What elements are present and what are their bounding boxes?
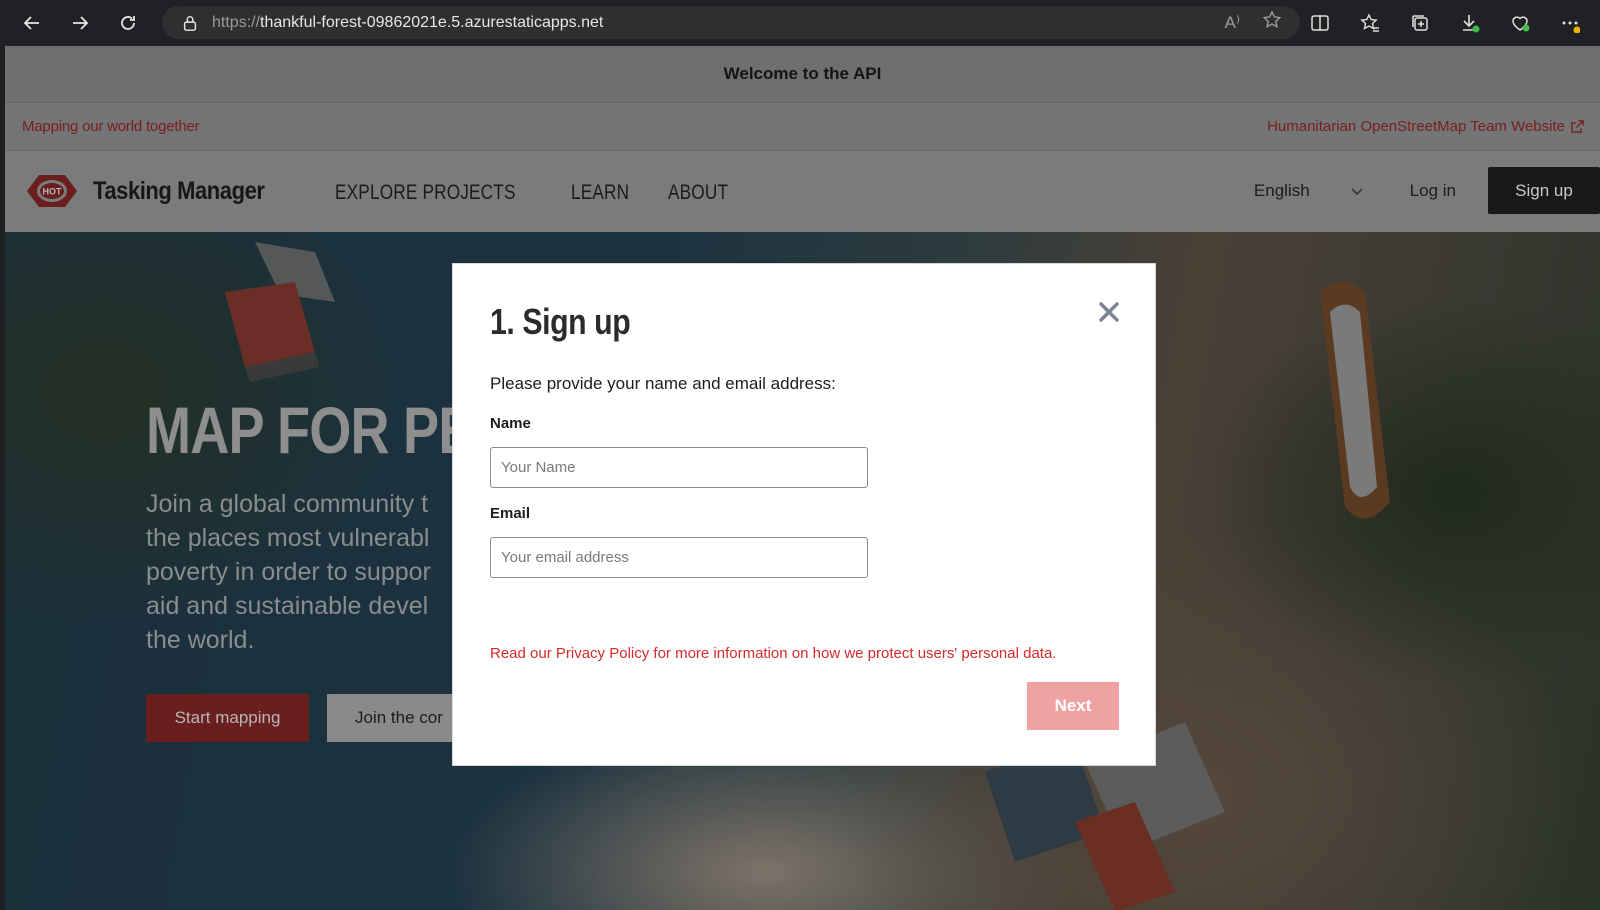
modal-title: 1. Sign up bbox=[490, 301, 631, 342]
reload-icon bbox=[121, 16, 135, 30]
url-text: https://thankful-forest-09862021e.5.azur… bbox=[212, 13, 604, 31]
chevron-down-icon bbox=[1351, 188, 1363, 195]
email-input[interactable] bbox=[490, 537, 868, 578]
address-bar[interactable]: https://thankful-forest-09862021e.5.azur… bbox=[162, 6, 1300, 39]
external-link-icon bbox=[1571, 120, 1584, 133]
signup-button[interactable]: Sign up bbox=[1488, 167, 1600, 214]
forward-button[interactable] bbox=[60, 3, 100, 43]
forward-arrow-icon bbox=[73, 16, 89, 30]
nav-about[interactable]: ABOUT bbox=[668, 181, 728, 205]
hot-website-link-label: Humanitarian OpenStreetMap Team Website bbox=[1267, 118, 1565, 135]
nav-learn[interactable]: LEARN bbox=[571, 181, 629, 205]
email-label: Email bbox=[490, 505, 531, 522]
lock-icon bbox=[180, 13, 200, 33]
hot-logo-icon: HOT bbox=[27, 175, 77, 207]
login-link[interactable]: Log in bbox=[1410, 181, 1456, 201]
api-banner: Welcome to the API bbox=[5, 46, 1600, 102]
health-heart-icon[interactable] bbox=[1500, 3, 1540, 43]
downloads-icon[interactable] bbox=[1450, 3, 1490, 43]
browser-toolbar: https://thankful-forest-09862021e.5.azur… bbox=[0, 0, 1600, 46]
nav-explore-projects[interactable]: EXPLORE PROJECTS bbox=[335, 181, 516, 205]
nav-actions: English Log in Sign up bbox=[1254, 167, 1600, 214]
modal-description: Please provide your name and email addre… bbox=[490, 374, 836, 393]
api-banner-text: Welcome to the API bbox=[723, 64, 882, 83]
more-menu-icon[interactable] bbox=[1550, 3, 1590, 43]
primary-nav: EXPLORE PROJECTS LEARN ABOUT bbox=[335, 181, 742, 205]
hot-website-link[interactable]: Humanitarian OpenStreetMap Team Website bbox=[1267, 118, 1584, 135]
top-strip: Mapping our world together Humanitarian … bbox=[5, 102, 1600, 150]
logo[interactable]: HOT Tasking Manager bbox=[23, 171, 288, 211]
logo-badge-text: HOT bbox=[43, 187, 63, 197]
back-arrow-icon bbox=[23, 16, 39, 30]
favorite-star-icon[interactable] bbox=[1262, 10, 1282, 35]
name-label: Name bbox=[490, 415, 531, 432]
privacy-note: Read our Privacy Policy for more informa… bbox=[490, 645, 1056, 662]
name-input[interactable] bbox=[490, 447, 868, 488]
privacy-policy-link[interactable]: Privacy Policy bbox=[556, 645, 649, 662]
signup-modal: 1. Sign up Please provide your name and … bbox=[452, 263, 1156, 766]
split-screen-icon[interactable] bbox=[1300, 3, 1340, 43]
privacy-prefix: Read our bbox=[490, 645, 556, 662]
reload-button[interactable] bbox=[108, 3, 148, 43]
start-mapping-button[interactable]: Start mapping bbox=[146, 694, 309, 742]
hero-title: MAP FOR PE bbox=[146, 393, 474, 467]
privacy-suffix: for more information on how we protect u… bbox=[649, 645, 1057, 662]
collections-icon[interactable] bbox=[1400, 3, 1440, 43]
favorites-icon[interactable] bbox=[1350, 3, 1390, 43]
language-value: English bbox=[1253, 180, 1310, 200]
hero-photo-boat bbox=[1320, 282, 1390, 519]
tagline: Mapping our world together bbox=[22, 118, 200, 135]
main-navbar: HOT Tasking Manager EXPLORE PROJECTS LEA… bbox=[5, 150, 1600, 234]
close-icon[interactable] bbox=[1096, 299, 1122, 325]
read-aloud-icon[interactable]: A⁾ bbox=[1224, 13, 1240, 33]
logo-text: Tasking Manager bbox=[93, 176, 265, 205]
language-select[interactable]: English bbox=[1254, 181, 1364, 201]
back-button[interactable] bbox=[12, 3, 52, 43]
next-button[interactable]: Next bbox=[1027, 682, 1119, 730]
